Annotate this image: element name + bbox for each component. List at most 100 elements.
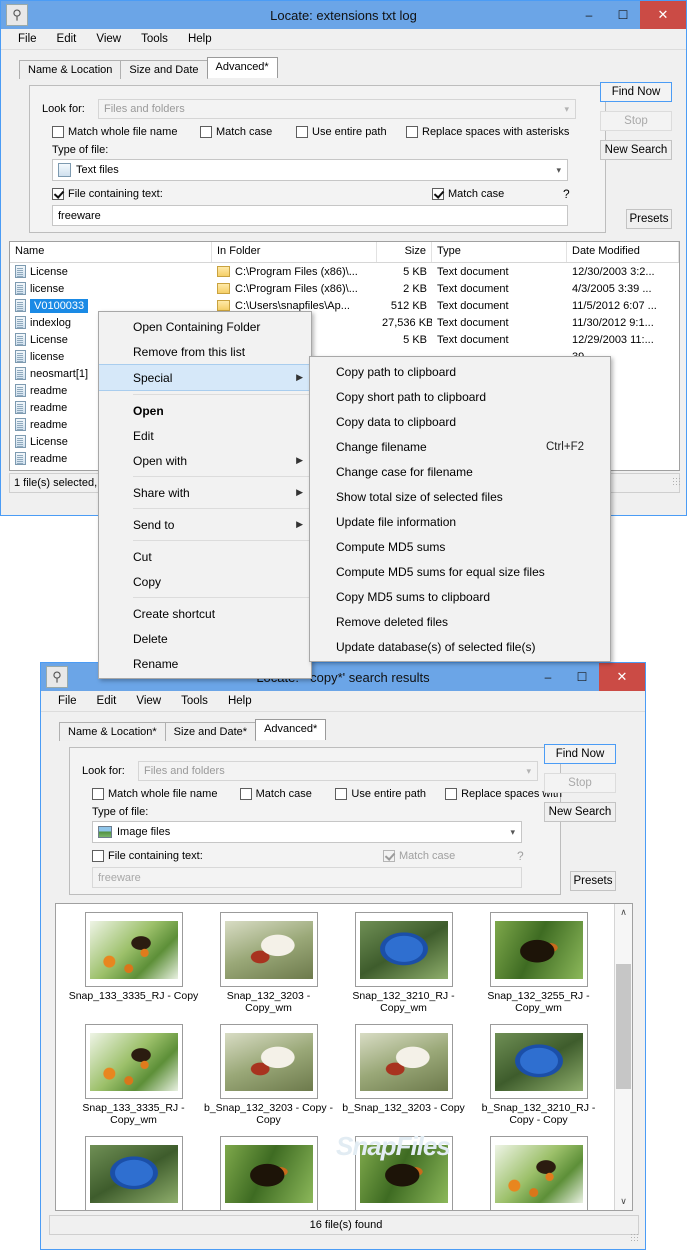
special-submenu[interactable]: Copy path to clipboard Copy short path to…	[309, 356, 611, 662]
check-use-entire-path[interactable]: Use entire path	[296, 126, 406, 138]
context-menu-item[interactable]: Special ▶	[99, 364, 311, 391]
containing-text-input[interactable]: freeware	[52, 205, 568, 226]
maximize-button[interactable]: ☐	[606, 1, 640, 29]
checkbox-box[interactable]	[335, 788, 348, 800]
window1-titlebar[interactable]: ⚲ Locate: extensions txt log – ☐ ✕	[1, 1, 686, 29]
check-replace-spaces-with-asterisks[interactable]: Replace spaces with asterisks	[406, 126, 569, 138]
menu-tools[interactable]: Tools	[172, 693, 217, 709]
scroll-down-arrow[interactable]: ∨	[615, 1193, 632, 1210]
thumbnail-image[interactable]	[489, 912, 588, 987]
window2-controls[interactable]: – ☐ ✕	[531, 663, 645, 691]
menu-help[interactable]: Help	[179, 31, 221, 47]
submenu-item[interactable]: Change case for filename	[310, 459, 610, 484]
resize-grip[interactable]	[630, 1233, 640, 1243]
menu-view[interactable]: View	[127, 693, 170, 709]
tab-name-location[interactable]: Name & Location	[19, 60, 122, 79]
close-button[interactable]: ✕	[599, 663, 645, 691]
thumbnail-item[interactable]: Snap_132_3255_RJ - Copy_wm	[471, 912, 606, 1014]
type-of-file-combo[interactable]: Image files ▾	[92, 821, 522, 843]
check-match-case[interactable]: Match case	[239, 788, 336, 800]
listview-header[interactable]: Name In Folder Size Type Date Modified	[10, 242, 679, 263]
thumbnail-item[interactable]: b_Snap_132_3203 - Copy	[336, 1024, 471, 1126]
find-now-button[interactable]: Find Now	[600, 82, 672, 102]
presets-button[interactable]: Presets	[626, 209, 672, 229]
context-menu-item[interactable]: Edit	[99, 423, 311, 448]
checkbox-box[interactable]	[239, 788, 252, 800]
check-file-containing-text[interactable]: File containing text:	[52, 188, 163, 200]
context-menu-item[interactable]: Share with ▶	[99, 480, 311, 505]
submenu-item[interactable]: Change filename Ctrl+F2	[310, 434, 610, 459]
thumbnail-image[interactable]	[354, 912, 453, 987]
look-for-combo[interactable]: Files and folders ▾	[138, 761, 538, 781]
file-context-menu[interactable]: Open Containing Folder Remove from this l…	[98, 311, 312, 679]
thumbnail-image[interactable]	[489, 1136, 588, 1210]
presets-button[interactable]: Presets	[570, 871, 616, 891]
submenu-item[interactable]: Compute MD5 sums for equal size files	[310, 559, 610, 584]
tab-size-date[interactable]: Size and Date*	[164, 722, 257, 741]
check-use-entire-path[interactable]: Use entire path	[335, 788, 445, 800]
locate-main-window[interactable]: ⚲ Locate: extensions txt log – ☐ ✕ File …	[0, 0, 687, 679]
window2-menubar[interactable]: File Edit View Tools Help	[41, 691, 645, 712]
checkbox-box[interactable]	[432, 188, 444, 200]
submenu-item[interactable]: Copy short path to clipboard	[310, 384, 610, 409]
window1-tabstrip[interactable]: Name & Location Size and Date Advanced*	[1, 57, 686, 79]
minimize-button[interactable]: –	[572, 1, 606, 29]
help-icon[interactable]: ?	[563, 187, 570, 201]
thumbnail-image[interactable]	[219, 912, 318, 987]
thumbnail-image[interactable]	[84, 1024, 183, 1099]
context-menu-item[interactable]: Copy	[99, 569, 311, 594]
minimize-button[interactable]: –	[531, 663, 565, 691]
thumbnail-results-pane[interactable]: Snap_133_3335_RJ - Copy Snap_132_3203 - C…	[55, 903, 633, 1211]
submenu-item[interactable]: Copy data to clipboard	[310, 409, 610, 434]
tab-size-date[interactable]: Size and Date	[120, 60, 208, 79]
context-menu-item[interactable]: Cut	[99, 544, 311, 569]
checkbox-box[interactable]	[296, 126, 308, 138]
find-now-button[interactable]: Find Now	[544, 744, 616, 764]
submenu-item[interactable]: Update database(s) of selected file(s)	[310, 634, 610, 659]
submenu-item[interactable]: Show total size of selected files	[310, 484, 610, 509]
thumbnail-item[interactable]: Snap_132_3203 - Copy_wm	[201, 912, 336, 1014]
submenu-item[interactable]: Copy path to clipboard	[310, 359, 610, 384]
thumbnail-item[interactable]: Snap_133_3335_RJ - Copy_wm	[66, 1024, 201, 1126]
column-header-in-folder[interactable]: In Folder	[212, 242, 377, 262]
tab-name-location[interactable]: Name & Location*	[59, 722, 166, 741]
checkbox-box[interactable]	[92, 788, 104, 800]
check-file-containing-text[interactable]: File containing text:	[92, 850, 203, 862]
check-match-case[interactable]: Match case	[200, 126, 296, 138]
window1-menubar[interactable]: File Edit View Tools Help	[1, 29, 686, 50]
thumbnail-item[interactable]	[336, 1136, 471, 1210]
checkbox-box[interactable]	[200, 126, 212, 138]
thumbnail-item[interactable]	[201, 1136, 336, 1210]
thumbnail-image[interactable]	[354, 1024, 453, 1099]
context-menu-item[interactable]: Remove from this list	[99, 339, 311, 364]
checkbox-box[interactable]	[92, 850, 104, 862]
new-search-button[interactable]: New Search	[600, 140, 672, 160]
type-of-file-combo[interactable]: Text files ▾	[52, 159, 568, 181]
context-menu-item[interactable]: Open	[99, 398, 311, 423]
menu-tools[interactable]: Tools	[132, 31, 177, 47]
context-menu-item[interactable]: Send to ▶	[99, 512, 311, 537]
context-menu-item[interactable]: Rename	[99, 651, 311, 676]
locate-results-window[interactable]: ⚲ Locate: '*copy*' search results – ☐ ✕ …	[40, 662, 646, 1250]
look-for-combo[interactable]: Files and folders ▾	[98, 99, 576, 119]
thumbnail-grid[interactable]: Snap_133_3335_RJ - Copy Snap_132_3203 - C…	[56, 904, 632, 1210]
scroll-up-arrow[interactable]: ∧	[615, 904, 632, 921]
menu-file[interactable]: File	[49, 693, 86, 709]
check-match-whole-file-name[interactable]: Match whole file name	[52, 126, 200, 138]
checkbox-box[interactable]	[52, 188, 64, 200]
close-button[interactable]: ✕	[640, 1, 686, 29]
submenu-item[interactable]: Compute MD5 sums	[310, 534, 610, 559]
context-menu-item[interactable]: Open Containing Folder	[99, 314, 311, 339]
window2-tabstrip[interactable]: Name & Location* Size and Date* Advanced…	[41, 719, 645, 741]
submenu-item[interactable]: Copy MD5 sums to clipboard	[310, 584, 610, 609]
menu-help[interactable]: Help	[219, 693, 261, 709]
resize-grip[interactable]	[672, 477, 682, 487]
thumbnail-item[interactable]: b_Snap_132_3203 - Copy - Copy	[201, 1024, 336, 1126]
column-header-type[interactable]: Type	[432, 242, 567, 262]
context-menu-item[interactable]: Open with ▶	[99, 448, 311, 473]
thumbnail-image[interactable]	[489, 1024, 588, 1099]
submenu-item[interactable]: Update file information	[310, 509, 610, 534]
checkbox-box[interactable]	[52, 126, 64, 138]
thumbnail-image[interactable]	[354, 1136, 453, 1210]
table-row[interactable]: License C:\Program Files (x86)\... 5 KB Tex…	[10, 263, 679, 280]
